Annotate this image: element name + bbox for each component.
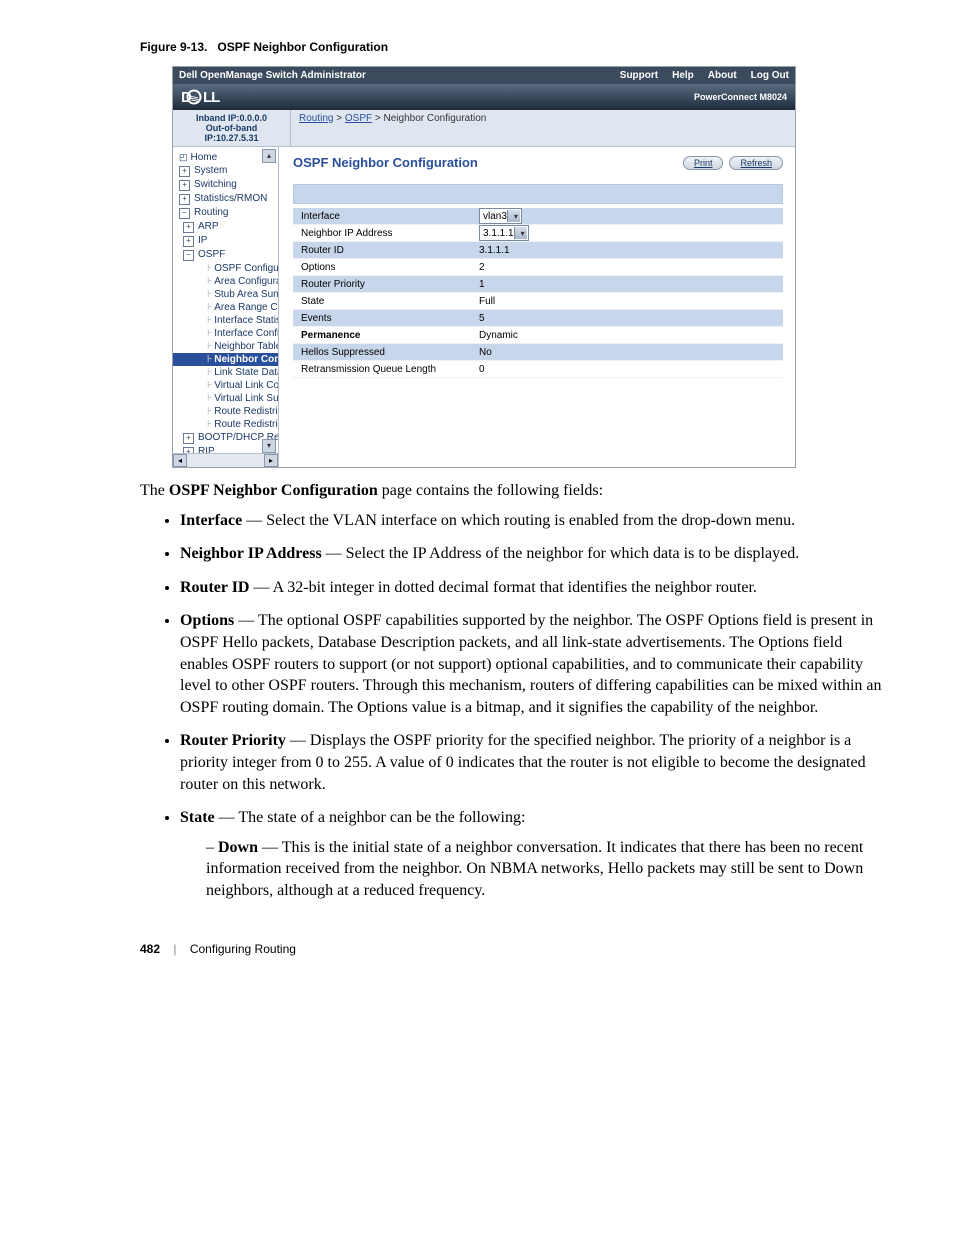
config-label: Neighbor IP Address (301, 228, 479, 239)
config-row: Options2 (293, 259, 783, 276)
doc-footer: 482 | Configuring Routing (140, 942, 894, 956)
doc-item: Options — The optional OSPF capabilities… (180, 610, 894, 718)
tree-ip[interactable]: +IP (173, 234, 278, 248)
tree-ospf-config[interactable]: ⊦OSPF Configuratio (173, 262, 278, 275)
config-row: Retransmission Queue Length0 (293, 361, 783, 378)
config-label: Hellos Suppressed (301, 347, 479, 358)
tree-route-redist2[interactable]: ⊦Route Redistributio (173, 418, 278, 431)
config-value: 1 (479, 279, 485, 290)
tree-system[interactable]: +System (173, 164, 278, 178)
content-pane: OSPF Neighbor Configuration Print Refres… (279, 147, 795, 467)
product-name: PowerConnect M8024 (694, 92, 787, 102)
doc-item: Router ID — A 32-bit integer in dotted d… (180, 577, 894, 599)
tree-route-redist1[interactable]: ⊦Route Redistributio (173, 405, 278, 418)
nav-support[interactable]: Support (620, 70, 658, 81)
dropdown[interactable]: 3.1.1.1 (479, 225, 529, 241)
tree-area-range[interactable]: ⊦Area Range Config (173, 301, 278, 314)
config-row: Interfacevlan3 (293, 208, 783, 225)
config-select[interactable]: vlan3 (479, 208, 522, 224)
infobar: Inband IP:0.0.0.0 Out-of-band IP:10.27.5… (173, 110, 795, 147)
config-header-blank (293, 184, 783, 204)
titlebar: Dell OpenManage Switch Administrator Sup… (173, 67, 795, 84)
config-value: Full (479, 296, 495, 307)
tree-neighbor-table[interactable]: ⊦Neighbor Table (173, 340, 278, 353)
config-label: Options (301, 262, 479, 273)
breadcrumb-routing[interactable]: Routing (299, 113, 333, 124)
config-value: 3.1.1.1 (479, 245, 510, 256)
config-row: Events5 (293, 310, 783, 327)
nav-logout[interactable]: Log Out (751, 70, 789, 81)
config-label: Retransmission Queue Length (301, 364, 479, 375)
config-select[interactable]: 3.1.1.1 (479, 225, 529, 241)
doc-item: Neighbor IP Address — Select the IP Addr… (180, 543, 894, 565)
tree-vlink-config[interactable]: ⊦Virtual Link Config (173, 379, 278, 392)
tree-scroll-down[interactable]: ▾ (262, 439, 276, 453)
nav-about[interactable]: About (708, 70, 737, 81)
config-row: Router Priority1 (293, 276, 783, 293)
tree-neighbor-config[interactable]: ⊦Neighbor Configu (173, 353, 278, 366)
config-table: Interfacevlan3Neighbor IP Address3.1.1.1… (293, 208, 783, 378)
config-row: StateFull (293, 293, 783, 310)
config-label: State (301, 296, 479, 307)
tree-routing[interactable]: −Routing (173, 206, 278, 220)
config-label: Router ID (301, 245, 479, 256)
breadcrumb-ospf[interactable]: OSPF (345, 113, 372, 124)
breadcrumb: Routing > OSPF > Neighbor Configuration (291, 110, 494, 146)
config-value: 2 (479, 262, 485, 273)
dell-logo: D LL (181, 88, 241, 106)
hscroll-right-icon[interactable]: ▸ (264, 454, 278, 467)
svg-text:LL: LL (203, 89, 220, 106)
tree-h-scroll[interactable]: ◂ ▸ (173, 453, 278, 467)
ip-info: Inband IP:0.0.0.0 Out-of-band IP:10.27.5… (173, 110, 291, 146)
tree-if-stats[interactable]: ⊦Interface Statistics (173, 314, 278, 327)
tree-vlink-summ[interactable]: ⊦Virtual Link Summ (173, 392, 278, 405)
doc-item: State — The state of a neighbor can be t… (180, 807, 894, 901)
tree-if-config[interactable]: ⊦Interface Configura (173, 327, 278, 340)
footer-section: Configuring Routing (190, 942, 296, 956)
config-value: 5 (479, 313, 485, 324)
tree-stub-area[interactable]: ⊦Stub Area Summa (173, 288, 278, 301)
tree-stats[interactable]: +Statistics/RMON (173, 192, 278, 206)
page-title: OSPF Neighbor Configuration (293, 155, 478, 170)
config-value: 0 (479, 364, 485, 375)
config-label: Interface (301, 211, 479, 222)
doc-item: Router Priority — Displays the OSPF prio… (180, 730, 894, 795)
tree-switching[interactable]: +Switching (173, 178, 278, 192)
nav-help[interactable]: Help (672, 70, 694, 81)
config-value: No (479, 347, 492, 358)
tree-arp[interactable]: +ARP (173, 220, 278, 234)
tree-ospf[interactable]: −OSPF (173, 248, 278, 262)
print-button[interactable]: Print (683, 156, 724, 170)
breadcrumb-current: Neighbor Configuration (384, 113, 487, 124)
tree-area-config[interactable]: ⊦Area Configuration (173, 275, 278, 288)
doc-body: The OSPF Neighbor Configuration page con… (140, 480, 894, 902)
dropdown[interactable]: vlan3 (479, 208, 522, 224)
config-row: Neighbor IP Address3.1.1.1 (293, 225, 783, 242)
config-label: Permanence (301, 330, 479, 341)
app-frame: Dell OpenManage Switch Administrator Sup… (172, 66, 796, 468)
tree-scroll-up[interactable]: ▴ (262, 149, 276, 163)
config-value: Dynamic (479, 330, 518, 341)
doc-field-list: Interface — Select the VLAN interface on… (140, 510, 894, 902)
config-row: Router ID3.1.1.1 (293, 242, 783, 259)
doc-subitem: Down — This is the initial state of a ne… (206, 837, 894, 902)
tree-lsdb[interactable]: ⊦Link State Databa (173, 366, 278, 379)
logo-row: D LL PowerConnect M8024 (173, 84, 795, 110)
config-label: Events (301, 313, 479, 324)
refresh-button[interactable]: Refresh (729, 156, 783, 170)
app-title: Dell OpenManage Switch Administrator (179, 70, 366, 81)
config-row: Hellos SuppressedNo (293, 344, 783, 361)
doc-item: Interface — Select the VLAN interface on… (180, 510, 894, 532)
figure-caption: Figure 9-13. OSPF Neighbor Configuration (60, 40, 894, 54)
page-number: 482 (140, 942, 160, 956)
config-row: PermanenceDynamic (293, 327, 783, 344)
config-label: Router Priority (301, 279, 479, 290)
nav-tree: ▴ Home +System +Switching +Statistics/RM… (173, 147, 279, 467)
hscroll-left-icon[interactable]: ◂ (173, 454, 187, 467)
